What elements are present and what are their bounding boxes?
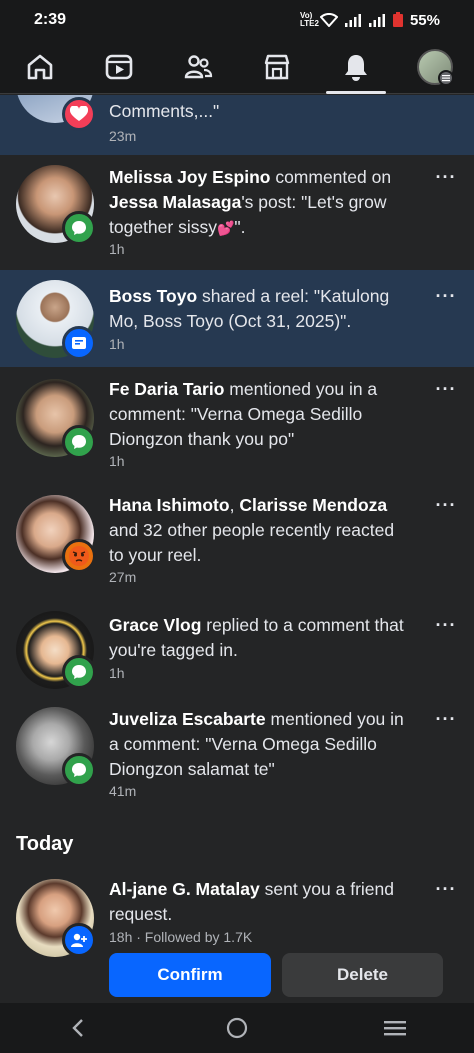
add-friend-icon bbox=[62, 923, 96, 957]
notification-time: 1h bbox=[109, 241, 125, 257]
actor-name[interactable]: Hana Ishimoto bbox=[109, 495, 230, 515]
notification-text: Grace Vlog replied to a comment that you… bbox=[109, 615, 404, 660]
notification-item[interactable]: Boss Toyo shared a reel: "Katulong Mo, B… bbox=[0, 270, 474, 367]
notification-time: 1h bbox=[109, 453, 125, 469]
more-options-button[interactable]: ··· bbox=[434, 167, 458, 187]
notification-text: Fe Daria Tario mentioned you in a commen… bbox=[109, 379, 378, 449]
notification-text: Comments,..." bbox=[109, 101, 220, 121]
more-options-button[interactable]: ··· bbox=[434, 615, 458, 635]
notification-text: Boss Toyo shared a reel: "Katulong Mo, B… bbox=[109, 286, 390, 331]
request-meta: 18h · Followed by 1.7K bbox=[109, 929, 253, 945]
notification-time: 1h bbox=[109, 665, 125, 681]
more-options-button[interactable]: ··· bbox=[434, 709, 458, 729]
system-nav-bar bbox=[0, 1003, 474, 1053]
bell-icon bbox=[344, 54, 367, 81]
battery-saver-icon bbox=[392, 12, 403, 27]
notifications-feed[interactable]: Comments,..." 23m Melissa Joy Espino com… bbox=[0, 95, 474, 1003]
signal-icon-2 bbox=[368, 14, 385, 27]
wifi-icon bbox=[319, 13, 338, 27]
status-time: 2:39 bbox=[34, 11, 67, 28]
emoji: 💕 bbox=[216, 220, 235, 236]
more-options-button[interactable]: ··· bbox=[434, 879, 458, 899]
avatar bbox=[416, 48, 454, 86]
actor-name[interactable]: Juveliza Escabarte bbox=[109, 709, 266, 729]
notification-time: 23m bbox=[109, 128, 137, 144]
notification-item[interactable]: Grace Vlog replied to a comment that you… bbox=[0, 607, 474, 707]
notification-time: 27m bbox=[109, 569, 137, 585]
home-button[interactable] bbox=[207, 1003, 267, 1053]
recents-button[interactable] bbox=[365, 1003, 425, 1053]
angry-icon bbox=[62, 539, 96, 573]
more-options-button[interactable]: ··· bbox=[434, 379, 458, 399]
notification-item[interactable]: Juveliza Escabarte mentioned you in a co… bbox=[0, 707, 474, 817]
comment-icon bbox=[62, 655, 96, 689]
actor-name[interactable]: Fe Daria Tario bbox=[109, 379, 224, 399]
notification-item[interactable]: Comments,..." 23m bbox=[0, 95, 474, 155]
home-circle-icon bbox=[226, 1017, 248, 1039]
signal-icon bbox=[344, 14, 361, 27]
notification-text: Melissa Joy Espino commented on Jessa Ma… bbox=[109, 167, 392, 237]
actor-name[interactable]: Jessa Malasaga bbox=[109, 192, 241, 212]
battery-level: 55% bbox=[409, 11, 440, 29]
actor-name[interactable]: Al-jane G. Matalay bbox=[109, 879, 260, 899]
top-nav bbox=[0, 40, 474, 94]
notification-time: 1h bbox=[109, 336, 125, 352]
network-label: Vo) LTE2 bbox=[299, 11, 319, 28]
more-options-button[interactable]: ··· bbox=[434, 495, 458, 515]
delete-button[interactable]: Delete bbox=[282, 953, 443, 997]
section-title-today: Today bbox=[16, 833, 74, 855]
menu-icon bbox=[437, 69, 454, 86]
notification-item[interactable]: Hana Ishimoto, Clarisse Mendoza and 32 o… bbox=[0, 487, 474, 607]
nav-friends[interactable] bbox=[168, 40, 228, 94]
comment-icon bbox=[62, 211, 96, 245]
nav-notifications[interactable] bbox=[325, 40, 386, 94]
reel-icon bbox=[62, 326, 96, 360]
status-icons: Vo) LTE2 55% bbox=[300, 12, 440, 29]
nav-video[interactable] bbox=[89, 40, 149, 94]
comment-icon bbox=[62, 753, 96, 787]
back-icon bbox=[72, 1019, 83, 1037]
back-button[interactable] bbox=[49, 1003, 109, 1053]
notification-item[interactable]: Fe Daria Tario mentioned you in a commen… bbox=[0, 367, 474, 487]
actor-name[interactable]: Boss Toyo bbox=[109, 286, 197, 306]
notification-text: Juveliza Escabarte mentioned you in a co… bbox=[109, 709, 404, 779]
heart-icon bbox=[62, 97, 96, 131]
home-icon bbox=[27, 54, 52, 79]
actor-name[interactable]: Clarisse Mendoza bbox=[239, 495, 387, 515]
actor-name[interactable]: Melissa Joy Espino bbox=[109, 167, 270, 187]
status-bar: 2:39 Vo) LTE2 55% bbox=[0, 0, 474, 40]
notification-text: Hana Ishimoto, Clarisse Mendoza and 32 o… bbox=[109, 495, 395, 565]
notification-text: Al-jane G. Matalay sent you a friend req… bbox=[109, 879, 394, 924]
friend-request-item[interactable]: Al-jane G. Matalay sent you a friend req… bbox=[0, 871, 474, 1003]
nav-home[interactable] bbox=[10, 40, 70, 94]
video-icon bbox=[105, 54, 132, 79]
confirm-button[interactable]: Confirm bbox=[109, 953, 271, 997]
more-options-button[interactable]: ··· bbox=[434, 286, 458, 306]
actor-name[interactable]: Grace Vlog bbox=[109, 615, 201, 635]
nav-marketplace[interactable] bbox=[247, 40, 307, 94]
notification-time: 41m bbox=[109, 783, 137, 799]
comment-icon bbox=[62, 425, 96, 459]
notification-item[interactable]: Melissa Joy Espino commented on Jessa Ma… bbox=[0, 155, 474, 270]
friends-icon bbox=[184, 54, 212, 78]
recents-icon bbox=[384, 1021, 406, 1036]
nav-profile[interactable] bbox=[405, 40, 465, 94]
marketplace-icon bbox=[264, 54, 289, 79]
